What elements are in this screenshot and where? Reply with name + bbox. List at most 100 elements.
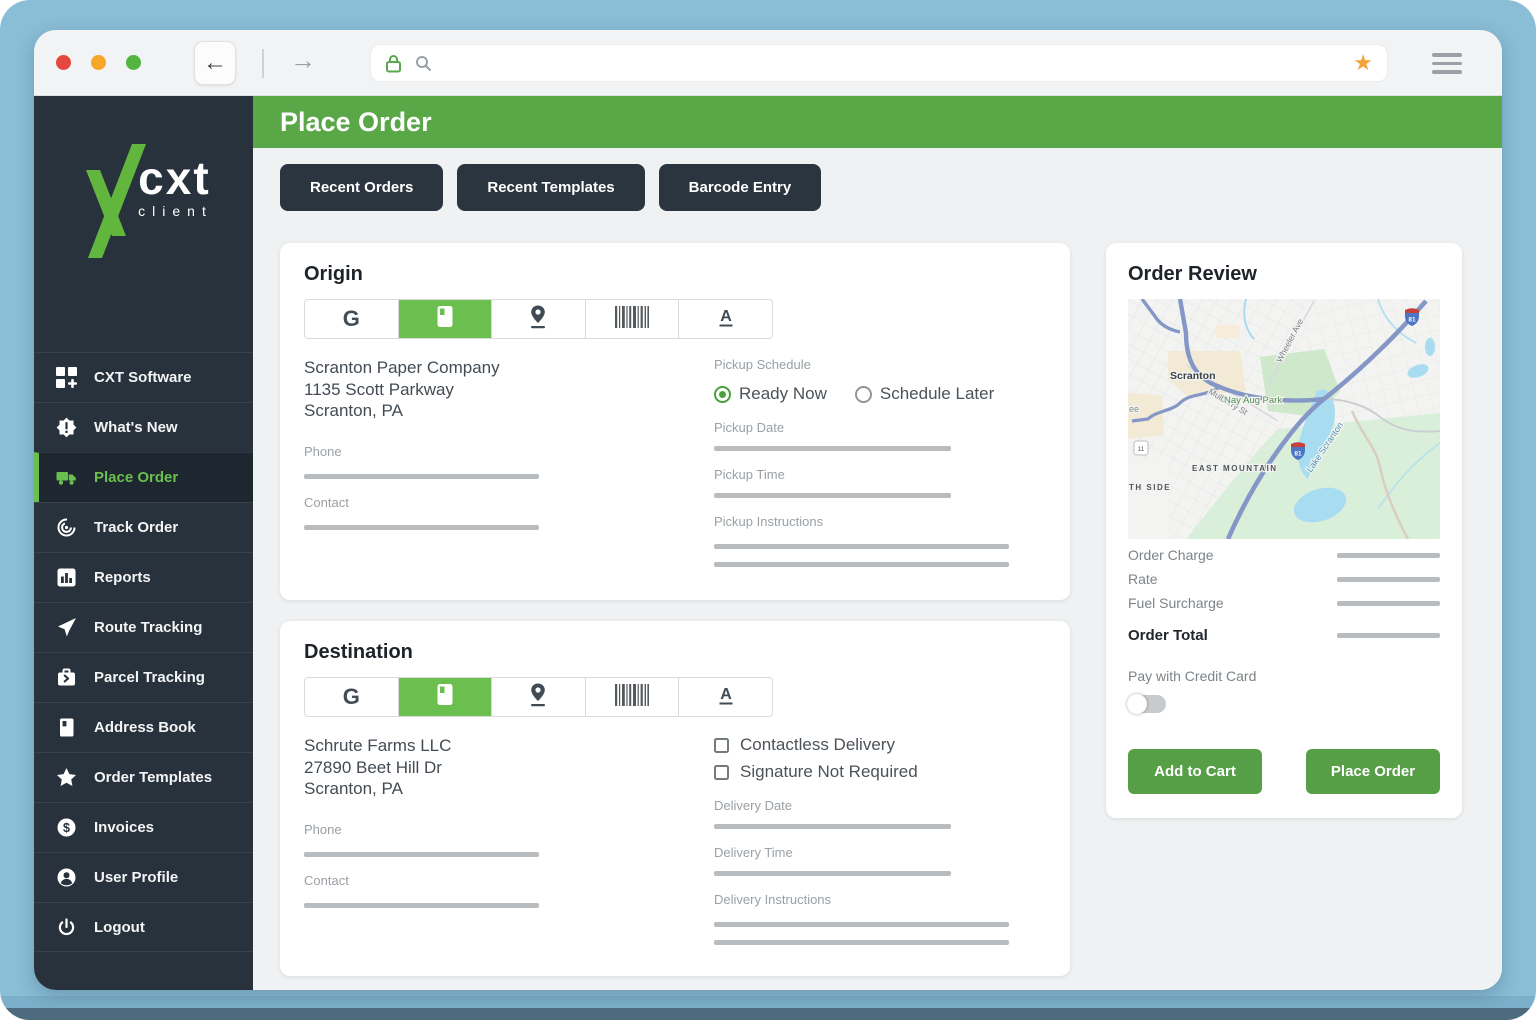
sidebar-item-label: Invoices (94, 819, 154, 836)
tab-barcode[interactable] (586, 300, 680, 338)
alert-badge-icon (56, 417, 77, 438)
address-bar[interactable]: ★ (370, 44, 1388, 82)
place-order-button[interactable]: Place Order (1306, 749, 1440, 794)
sidebar-menu: CXT Software What's New Place Order (34, 352, 253, 952)
tab-address-book[interactable] (399, 678, 493, 716)
signature-not-required-checkbox[interactable]: Signature Not Required (714, 762, 1009, 782)
user-icon (56, 867, 77, 888)
fuel-surcharge-label: Fuel Surcharge (1128, 595, 1224, 611)
lock-icon (385, 54, 402, 73)
order-total-value-bar (1337, 633, 1440, 638)
pickup-date-value-bar[interactable] (714, 446, 951, 451)
navigation-arrow-icon (56, 617, 77, 638)
search-icon (415, 55, 432, 72)
window-controls (56, 55, 141, 70)
contactless-delivery-checkbox[interactable]: Contactless Delivery (714, 735, 1009, 755)
delivery-time-label: Delivery Time (714, 845, 1009, 860)
back-button[interactable]: ← (194, 41, 236, 85)
toggle-knob (1127, 694, 1147, 714)
browser-menu-button[interactable] (1432, 53, 1462, 74)
pickup-instructions-bar-2[interactable] (714, 562, 1009, 567)
destination-company-name: Schrute Farms LLC (304, 735, 714, 757)
tab-address-book[interactable] (399, 300, 493, 338)
tab-manual-entry[interactable]: A (679, 300, 772, 338)
sidebar-item-user-profile[interactable]: User Profile (34, 852, 253, 902)
sidebar-item-track-order[interactable]: Track Order (34, 502, 253, 552)
sidebar-item-address-book[interactable]: Address Book (34, 702, 253, 752)
barcode-entry-button[interactable]: Barcode Entry (659, 164, 822, 211)
recent-orders-button[interactable]: Recent Orders (280, 164, 443, 211)
order-total-label: Order Total (1128, 627, 1208, 644)
svg-text:$: $ (63, 821, 70, 835)
maximize-window-button[interactable] (126, 55, 141, 70)
font-underline-icon: A (715, 683, 737, 712)
minimize-window-button[interactable] (91, 55, 106, 70)
sidebar-item-whats-new[interactable]: What's New (34, 402, 253, 452)
desktop-frame: ← → ★ (0, 0, 1536, 1020)
sidebar-item-cxt-software[interactable]: CXT Software (34, 352, 253, 402)
pay-with-credit-card-label: Pay with Credit Card (1128, 668, 1440, 684)
map-pin-icon (526, 682, 550, 712)
rate-row: Rate (1128, 571, 1440, 587)
origin-contact-value-bar[interactable] (304, 525, 539, 530)
forward-button[interactable]: → (290, 45, 316, 76)
bookmark-star-icon[interactable]: ★ (1353, 52, 1373, 74)
pickup-date-label: Pickup Date (714, 420, 1009, 435)
tab-map-pin[interactable] (492, 300, 586, 338)
tab-map-pin[interactable] (492, 678, 586, 716)
fuel-surcharge-row: Fuel Surcharge (1128, 595, 1440, 611)
delivery-time-value-bar[interactable] (714, 871, 951, 876)
order-charge-row: Order Charge (1128, 547, 1440, 563)
map-label-city: Scranton (1170, 370, 1216, 382)
origin-title: Origin (304, 263, 1046, 286)
back-arrow-icon: ← (203, 49, 227, 77)
pickup-time-value-bar[interactable] (714, 493, 951, 498)
map-label-nay-aug-park: Nay Aug Park (1224, 395, 1282, 406)
pickup-instructions-bar-1[interactable] (714, 544, 1009, 549)
recent-templates-button[interactable]: Recent Templates (457, 164, 644, 211)
origin-contact-label: Contact (304, 495, 714, 510)
sidebar-item-label: Parcel Tracking (94, 669, 205, 686)
origin-entry-tabs: G (304, 299, 773, 339)
delivery-instructions-bar-1[interactable] (714, 922, 1009, 927)
order-total-row: Order Total (1128, 627, 1440, 644)
toolbar-divider (262, 49, 264, 78)
schedule-later-radio[interactable]: Schedule Later (855, 384, 994, 404)
tab-barcode[interactable] (586, 678, 680, 716)
sidebar-item-logout[interactable]: Logout (34, 902, 253, 952)
ready-now-label: Ready Now (739, 384, 827, 404)
sidebar-item-order-templates[interactable]: Order Templates (34, 752, 253, 802)
svg-text:11: 11 (1138, 446, 1145, 453)
logo-brand-text: cxt (138, 158, 213, 199)
sidebar-item-parcel-tracking[interactable]: Parcel Tracking (34, 652, 253, 702)
destination-title: Destination (304, 641, 1046, 664)
parcel-icon (56, 667, 77, 688)
schedule-later-label: Schedule Later (880, 384, 994, 404)
route-11-shield: 11 (1134, 441, 1148, 455)
sidebar-item-place-order[interactable]: Place Order (34, 452, 253, 502)
close-window-button[interactable] (56, 55, 71, 70)
delivery-date-value-bar[interactable] (714, 824, 951, 829)
destination-phone-value-bar[interactable] (304, 852, 539, 857)
logo-sub-text: client (138, 203, 213, 219)
origin-phone-value-bar[interactable] (304, 474, 539, 479)
credit-card-toggle[interactable] (1128, 695, 1166, 713)
ready-now-radio[interactable]: Ready Now (714, 384, 827, 404)
page-title: Place Order (253, 96, 1502, 148)
delivery-instructions-label: Delivery Instructions (714, 892, 1009, 907)
sidebar-item-route-tracking[interactable]: Route Tracking (34, 602, 253, 652)
origin-phone-label: Phone (304, 444, 714, 459)
sidebar-item-invoices[interactable]: $ Invoices (34, 802, 253, 852)
pickup-schedule-label: Pickup Schedule (714, 357, 1009, 372)
delivery-instructions-bar-2[interactable] (714, 940, 1009, 945)
sidebar-item-reports[interactable]: Reports (34, 552, 253, 602)
sidebar-item-label: CXT Software (94, 369, 192, 386)
tab-google-search[interactable]: G (305, 300, 399, 338)
address-book-icon (56, 717, 77, 738)
sidebar: cxt client CXT Software What's (34, 96, 253, 990)
tab-manual-entry[interactable]: A (679, 678, 772, 716)
map-label-ee: ee (1129, 404, 1139, 414)
tab-google-search[interactable]: G (305, 678, 399, 716)
add-to-cart-button[interactable]: Add to Cart (1128, 749, 1262, 794)
destination-contact-value-bar[interactable] (304, 903, 539, 908)
